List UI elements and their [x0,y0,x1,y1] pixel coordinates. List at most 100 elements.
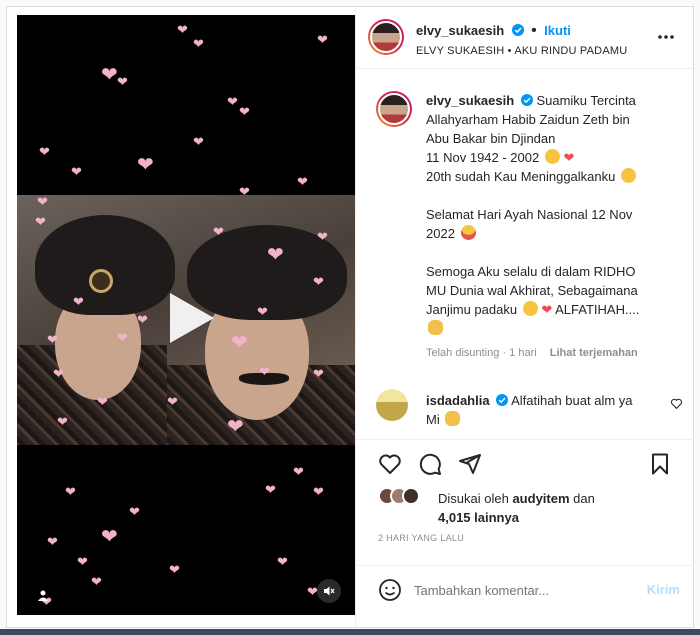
hat-emblem [89,269,113,293]
see-translation-link[interactable]: Lihat terjemahan [550,347,638,359]
caption-line: Semoga Aku selalu di dalam RIDHO [426,264,636,279]
caption-line: Suamiku Tercinta [536,93,636,108]
floating-heart-icon: ❤ [193,134,204,149]
crying-face-emoji-icon [544,149,560,164]
floating-heart-icon: ❤ [73,294,84,309]
floating-heart-icon: ❤ [167,394,178,409]
save-bookmark-icon[interactable] [648,452,672,476]
floating-heart-icon: ❤ [313,366,324,381]
praying-hands-emoji-icon [428,320,443,335]
floating-heart-icon: ❤ [265,482,276,497]
floating-heart-icon: ❤ [267,244,284,266]
floating-heart-icon: ❤ [239,104,250,119]
share-icon[interactable] [458,452,482,476]
floating-heart-icon: ❤ [57,414,68,429]
comment-icon[interactable] [418,452,442,476]
floating-heart-icon: ❤ [101,526,118,548]
post-modal: ❤ ❤ ❤ ❤ ❤ ❤ ❤ ❤ ❤ ❤ ❤ ❤ ❤ ❤ ❤ ❤ ❤ ❤ ❤ ❤ ❤ ❤ ❤ ❤ ❤ ❤ ❤ ❤ ❤ ❤ ❤ ❤ ❤ ❤ ❤ ❤ ❤ ❤ ❤ ❤… [6,6,694,628]
floating-heart-icon: ❤ [37,194,48,209]
floating-heart-icon: ❤ [239,184,250,199]
caption-line: 2022 [426,226,455,241]
post-actions [356,439,694,479]
comment-text: Alfatihah buat alm ya [511,393,633,408]
floating-heart-icon: ❤ [117,74,128,89]
floating-heart-icon: ❤ [117,330,128,345]
floating-heart-icon: ❤ [193,36,204,51]
liker-avatar [402,487,420,505]
floating-heart-icon: ❤ [101,64,118,86]
caption-avatar[interactable] [376,91,412,127]
video-frame [17,195,355,445]
post-header: elvy_sukaesih • Ikuti ELVY SUKAESIH • AK… [356,7,693,69]
floating-heart-icon: ❤ [313,274,324,289]
caption-line: Janjimu padaku [426,302,518,317]
red-heart-emoji-icon: ❤ [563,150,575,165]
caption-line: 11 Nov 1942 - 2002 [426,150,540,165]
comment-composer: Kirim [356,565,694,611]
floating-heart-icon: ❤ [91,574,102,589]
floating-heart-icon: ❤ [47,534,58,549]
floating-heart-icon: ❤ [71,164,82,179]
caption-line: Abu Bakar bin Djindan [426,131,556,146]
floating-heart-icon: ❤ [39,144,50,159]
commenter-username[interactable]: isdadahlia [426,393,490,408]
taskbar-strip [0,629,700,635]
mute-icon[interactable] [317,579,341,603]
crying-face-emoji-icon [621,168,636,183]
floating-heart-icon: ❤ [47,332,58,347]
heart-eyes-emoji-icon [460,225,476,240]
floating-heart-icon: ❤ [297,174,308,189]
liked-by-and: dan [573,491,595,506]
floating-heart-icon: ❤ [129,504,140,519]
floating-heart-icon: ❤ [277,554,288,569]
audio-attribution[interactable]: ELVY SUKAESIH • AKU RINDU PADAMU [416,45,627,57]
floating-heart-icon: ❤ [313,484,324,499]
likes-count[interactable]: 4,015 lainnya [438,510,519,525]
floating-heart-icon: ❤ [77,554,88,569]
edited-timestamp: Telah disunting · 1 hari [426,347,537,359]
follow-button[interactable]: Ikuti [544,23,571,38]
caption-username[interactable]: elvy_sukaesih [426,93,514,108]
floating-heart-icon: ❤ [213,224,224,239]
floating-heart-icon: ❤ [177,22,188,37]
comment-input[interactable] [414,580,634,600]
floating-heart-icon: ❤ [257,304,268,319]
play-icon[interactable] [156,287,218,349]
caption-line: ALFATIHAH.... [555,302,640,317]
author-avatar[interactable] [368,19,404,55]
floating-heart-icon: ❤ [35,214,46,229]
post-comment-button[interactable]: Kirim [647,582,680,597]
commenter-avatar[interactable] [376,389,408,421]
comment-like-icon[interactable] [670,397,683,410]
floating-heart-icon: ❤ [65,484,76,499]
floating-heart-icon: ❤ [227,416,244,438]
tagged-user-icon[interactable] [31,583,55,607]
red-heart-emoji-icon: ❤ [541,302,553,317]
floating-heart-icon: ❤ [317,32,328,47]
comment-text: Mi [426,412,440,427]
pleading-face-emoji-icon [522,301,538,316]
verified-badge-icon [496,394,509,406]
caption-line: MU Dunia wal Akhirat, Sebagaimana [426,283,638,298]
floating-heart-icon: ❤ [169,562,180,577]
floating-heart-icon: ❤ [259,364,270,379]
floating-heart-icon: ❤ [317,229,328,244]
post-timestamp[interactable]: 2 HARI YANG LALU [378,533,464,543]
liked-by-user[interactable]: audyitem [512,491,569,506]
post-video[interactable]: ❤ ❤ ❤ ❤ ❤ ❤ ❤ ❤ ❤ ❤ ❤ ❤ ❤ ❤ ❤ ❤ ❤ ❤ ❤ ❤ ❤ ❤ ❤ ❤ ❤ ❤ ❤ ❤ ❤ ❤ ❤ ❤ ❤ ❤ ❤ ❤ ❤ ❤ ❤ ❤… [17,15,355,615]
emoji-picker-icon[interactable] [378,578,402,602]
floating-heart-icon: ❤ [293,464,304,479]
author-username[interactable]: elvy_sukaesih [416,23,504,38]
caption-line: Selamat Hari Ayah Nasional 12 Nov [426,207,633,222]
separator-dot: • [531,22,537,39]
verified-badge-icon [520,94,533,106]
caption-line: Allahyarham Habib Zaidun Zeth bin [426,112,630,127]
woman-hat [35,215,175,315]
floating-heart-icon: ❤ [53,366,64,381]
like-icon[interactable] [378,452,402,476]
floating-heart-icon: ❤ [137,154,154,176]
floating-heart-icon: ❤ [97,394,108,409]
praying-hands-emoji-icon [445,411,461,426]
post-details: elvy_sukaesih • Ikuti ELVY SUKAESIH • AK… [355,7,694,627]
more-options-icon[interactable] [656,27,676,47]
